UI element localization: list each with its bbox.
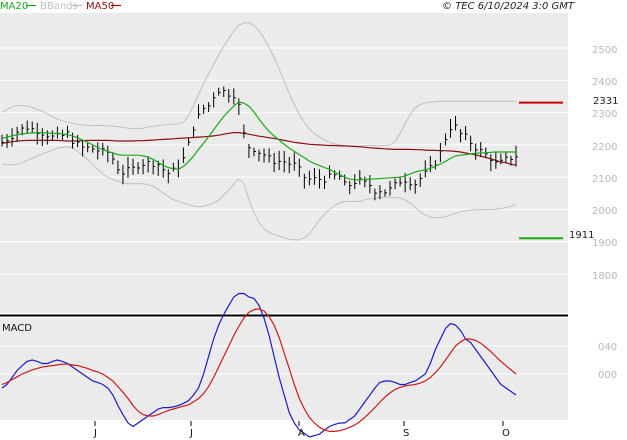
price-tick-label: 2300 [592,109,617,120]
month-label: O [502,428,510,439]
month-label: A [298,428,305,439]
price-tick-label: 2000 [592,206,617,217]
macd-tick-label: 040 [598,342,617,353]
macd-tick-label: 000 [598,370,617,381]
copyright-text: © TEC 6/10/2024 3:0 GMT [442,1,575,12]
ma20-legend-label: MA20 [0,1,28,12]
resistance-label: 2331 [593,96,618,107]
price-tick-label: 2500 [592,45,617,56]
support-label: 1911 [569,230,594,241]
price-tick-label: 2400 [592,77,617,88]
price-tick-label: 2100 [592,174,617,185]
macd-panel [0,318,568,420]
macd-title: MACD [2,323,32,334]
price-tick-label: 2200 [592,142,617,153]
price-tick-label: 1800 [592,271,617,282]
chart: MA20 BBands MA50 © TEC 6/10/2024 3:0 GMT… [0,1,618,439]
axis-ticks [94,421,504,426]
ma50-legend-label: MA50 [86,1,114,12]
bbands-legend-label: BBands [40,1,78,12]
month-label: S [403,428,409,439]
month-label: J [189,428,193,439]
price-tick-label: 1900 [592,238,617,249]
month-label: J [93,428,97,439]
